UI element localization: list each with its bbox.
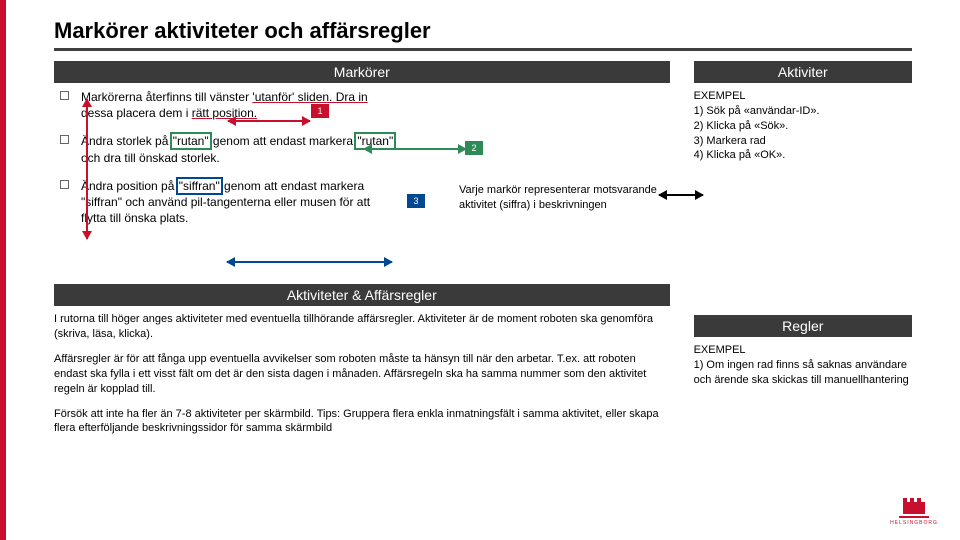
marker-1: 1: [311, 104, 329, 118]
bullet-1: Markörerna återfinns till vänster 'utanf…: [60, 89, 670, 121]
checkbox-icon: [60, 180, 69, 189]
marker-3: 3: [407, 194, 425, 208]
arrow-blue-h: [227, 261, 392, 263]
title-underline: [54, 48, 912, 51]
checkbox-icon: [60, 135, 69, 144]
bar-activ: Aktiviter: [694, 61, 912, 83]
left-red-stripe: [0, 0, 6, 540]
example-activities: EXEMPEL 1) Sök på «användar-ID». 2) Klic…: [694, 89, 912, 264]
bar-rules: Regler: [694, 315, 912, 337]
bar-markers: Markörer: [54, 61, 670, 83]
para-1: I rutorna till höger anges aktiviteter m…: [54, 312, 670, 342]
castle-icon: [903, 502, 925, 514]
para-3: Försök att inte ha fler än 7-8 aktivitet…: [54, 407, 670, 437]
bar-activities: Aktiviteter & Affärsregler: [54, 284, 670, 306]
arrow-red-v: [86, 99, 88, 239]
arrow-red-h: [228, 120, 310, 122]
marker-2: 2: [465, 141, 483, 155]
side-note: Varje markör representerar motsvarande a…: [459, 183, 659, 213]
para-2: Affärsregler är för att fånga upp eventu…: [54, 352, 670, 397]
helsingborg-logo: HELSINGBORG: [896, 502, 932, 526]
example-rules: EXEMPEL 1) Om ingen rad finns så saknas …: [694, 343, 912, 388]
arrow-black-h: [659, 194, 703, 196]
arrow-green-h: [364, 148, 466, 150]
page-title: Markörer aktiviteter och affärsregler: [54, 18, 912, 44]
checkbox-icon: [60, 91, 69, 100]
